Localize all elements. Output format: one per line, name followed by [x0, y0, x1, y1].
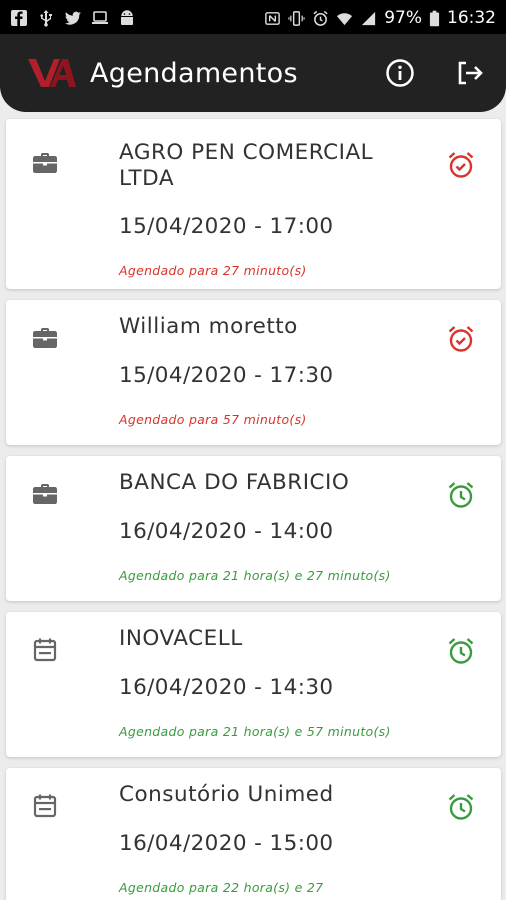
briefcase-icon [33, 484, 57, 504]
appointment-name: Consutório Unimed [119, 782, 334, 807]
wifi-icon [337, 12, 353, 25]
appointment-card[interactable]: AGRO PEN COMERCIAL LTDA 15/04/2020 - 17:… [6, 119, 501, 289]
signal-icon [362, 11, 376, 25]
calendar-icon [33, 794, 57, 818]
appointment-card[interactable]: William moretto 15/04/2020 - 17:30 Agend… [6, 300, 501, 445]
briefcase-icon [33, 328, 57, 348]
appointment-card[interactable]: Consutório Unimed 16/04/2020 - 15:00 Age… [6, 768, 501, 900]
twitter-icon [65, 11, 81, 25]
appointment-countdown: Agendado para 27 minuto(s) [119, 263, 307, 278]
clock: 16:32 [447, 8, 496, 28]
app-bar: Agendamentos [0, 34, 506, 112]
app-bar-actions [384, 57, 486, 89]
alarm-icon [313, 10, 328, 26]
appointment-name: AGRO PEN COMERCIAL LTDA [119, 140, 374, 191]
appointment-name: BANCA DO FABRICIO [119, 470, 350, 495]
appointment-card[interactable]: BANCA DO FABRICIO 16/04/2020 - 14:00 Age… [6, 456, 501, 601]
appointment-datetime: 16/04/2020 - 14:00 [119, 519, 334, 544]
app-title: Agendamentos [90, 57, 298, 89]
vibrate-icon [288, 10, 305, 26]
facebook-icon [11, 10, 27, 26]
appointment-card[interactable]: INOVACELL 16/04/2020 - 14:30 Agendado pa… [6, 612, 501, 757]
alarm-clock-icon[interactable] [446, 792, 476, 822]
system-status: 97% 16:32 [264, 8, 496, 28]
laptop-icon [92, 11, 108, 24]
alarm-check-icon[interactable] [446, 150, 476, 180]
calendar-icon [33, 638, 57, 662]
android-icon [121, 10, 133, 25]
appointment-datetime: 16/04/2020 - 14:30 [119, 675, 334, 700]
app-logo [28, 59, 76, 87]
battery-icon [429, 10, 440, 26]
logout-icon [458, 61, 483, 85]
appointment-datetime: 15/04/2020 - 17:00 [119, 214, 334, 239]
appointment-countdown: Agendado para 22 hora(s) e 27 [119, 880, 324, 895]
alarm-check-icon[interactable] [446, 324, 476, 354]
appointment-countdown: Agendado para 21 hora(s) e 57 minuto(s) [119, 724, 391, 739]
appointment-name: INOVACELL [119, 626, 243, 651]
appointment-datetime: 16/04/2020 - 15:00 [119, 831, 334, 856]
appointment-countdown: Agendado para 21 hora(s) e 27 minuto(s) [119, 568, 391, 583]
appointment-countdown: Agendado para 57 minuto(s) [119, 412, 307, 427]
logout-button[interactable] [454, 57, 486, 89]
notification-icons [10, 9, 136, 27]
battery-percent: 97% [384, 8, 422, 28]
alarm-clock-icon[interactable] [446, 480, 476, 510]
nfc-icon [265, 11, 281, 25]
status-bar: 97% 16:32 [0, 0, 506, 36]
usb-icon [40, 10, 52, 27]
appointment-name: William moretto [119, 314, 298, 339]
alarm-clock-icon[interactable] [446, 636, 476, 666]
info-button[interactable] [384, 57, 416, 89]
appointment-datetime: 15/04/2020 - 17:30 [119, 363, 334, 388]
info-icon [386, 59, 414, 87]
briefcase-icon [33, 153, 57, 173]
